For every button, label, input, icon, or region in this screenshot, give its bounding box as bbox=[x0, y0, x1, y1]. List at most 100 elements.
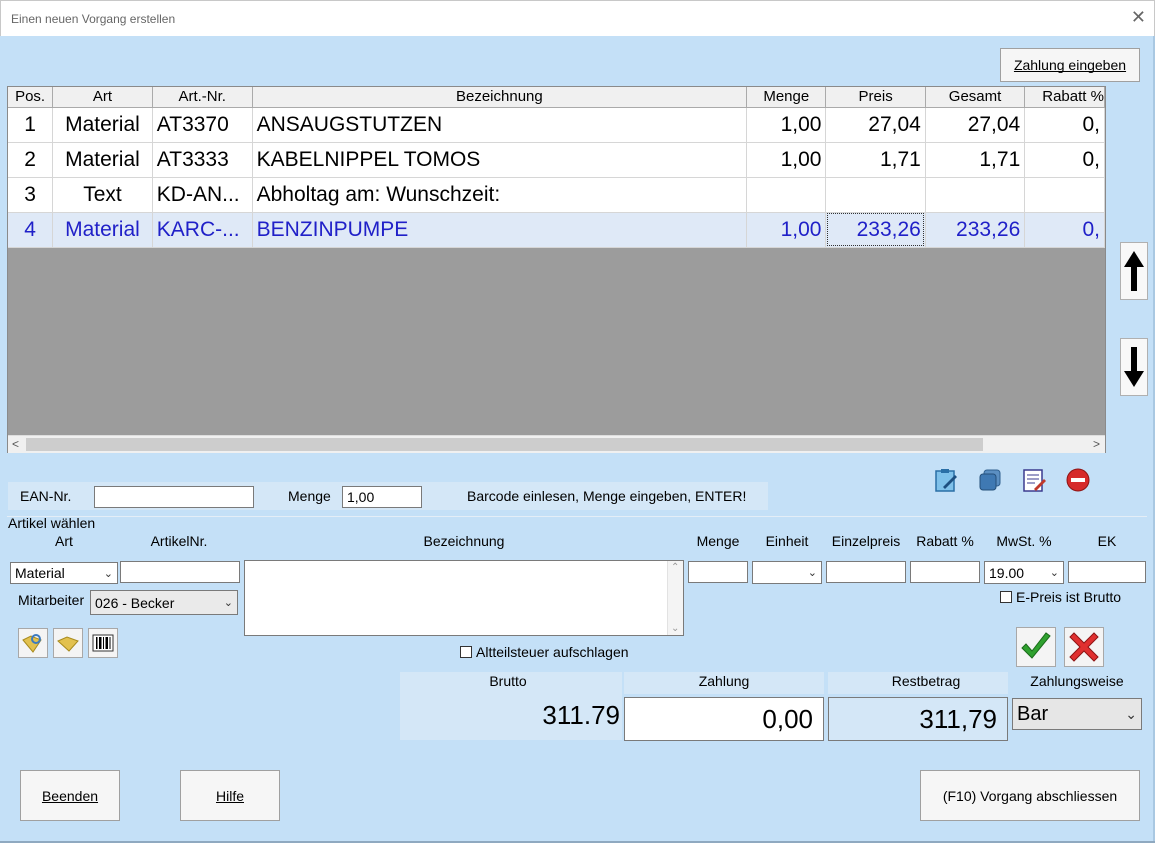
table-row[interactable]: 3 Text KD-AN... Abholtag am: Wunschzeit: bbox=[8, 177, 1105, 213]
epreis-brutto-label: E-Preis ist Brutto bbox=[1016, 589, 1122, 605]
cell-art[interactable]: Material bbox=[52, 107, 153, 143]
beenden-button[interactable]: Beenden bbox=[20, 770, 120, 821]
cross-icon bbox=[1064, 627, 1104, 667]
cell-bezeichnung[interactable]: BENZINPUMPE bbox=[252, 212, 748, 248]
edit-note-icon bbox=[935, 469, 957, 492]
scroll-down-icon[interactable]: ⌄ bbox=[671, 623, 679, 634]
cell-menge[interactable]: 1,00 bbox=[746, 212, 827, 248]
artikel-suchen-button[interactable] bbox=[18, 628, 48, 658]
menge-scan-input[interactable]: 1,00 bbox=[342, 486, 422, 508]
cell-artnr[interactable]: AT3333 bbox=[152, 142, 253, 178]
epreis-brutto-checkbox[interactable]: E-Preis ist Brutto bbox=[1000, 589, 1121, 605]
scroll-up-icon[interactable]: ⌃ bbox=[671, 562, 679, 573]
ean-input[interactable] bbox=[94, 486, 254, 508]
move-up-button[interactable] bbox=[1120, 242, 1148, 300]
cell-menge[interactable] bbox=[746, 177, 827, 213]
cell-preis[interactable]: 233,26 bbox=[825, 212, 926, 248]
column-header-menge[interactable]: Menge bbox=[746, 87, 827, 108]
cell-rabatt[interactable]: 0, bbox=[1024, 212, 1105, 248]
restbetrag-label: Restbetrag bbox=[891, 673, 961, 689]
uebernehmen-button[interactable] bbox=[1016, 627, 1056, 667]
scroll-left-icon[interactable]: < bbox=[12, 437, 19, 451]
cell-preis[interactable] bbox=[825, 177, 926, 213]
cell-gesamt[interactable]: 1,71 bbox=[925, 142, 1026, 178]
cell-pos[interactable]: 2 bbox=[8, 142, 54, 178]
cell-artnr[interactable]: AT3370 bbox=[152, 107, 253, 143]
cell-pos[interactable]: 3 bbox=[8, 177, 54, 213]
move-down-button[interactable] bbox=[1120, 338, 1148, 396]
cell-art[interactable]: Material bbox=[52, 142, 153, 178]
cell-gesamt[interactable]: 27,04 bbox=[925, 107, 1026, 143]
art-select[interactable]: Material ⌄ bbox=[10, 562, 118, 584]
header-einheit: Einheit bbox=[765, 533, 809, 549]
artikel-waehlen-label: Artikel wählen bbox=[8, 515, 96, 531]
copy-position-button[interactable] bbox=[976, 466, 1004, 494]
column-header-art[interactable]: Art bbox=[52, 87, 153, 108]
column-header-bezeichnung[interactable]: Bezeichnung bbox=[252, 87, 748, 108]
cell-gesamt[interactable] bbox=[925, 177, 1026, 213]
bezeichnung-textarea[interactable]: ⌃ ⌄ bbox=[244, 560, 684, 636]
checkbox-icon[interactable] bbox=[1000, 591, 1012, 603]
cell-bezeichnung[interactable]: KABELNIPPEL TOMOS bbox=[252, 142, 748, 178]
cell-art[interactable]: Text bbox=[52, 177, 153, 213]
cell-bezeichnung[interactable]: Abholtag am: Wunschzeit: bbox=[252, 177, 748, 213]
delete-position-button[interactable] bbox=[1064, 466, 1092, 494]
altteilsteuer-checkbox[interactable]: Altteilsteuer aufschlagen bbox=[460, 644, 629, 660]
chevron-down-icon: ⌄ bbox=[1125, 705, 1137, 722]
edit-position-button[interactable] bbox=[932, 466, 960, 494]
vorgang-abschliessen-button[interactable]: (F10) Vorgang abschliessen bbox=[920, 770, 1140, 821]
document-edit-icon bbox=[1023, 469, 1046, 492]
textarea-scrollbar[interactable]: ⌃ ⌄ bbox=[667, 561, 683, 635]
column-header-pos[interactable]: Pos. bbox=[8, 87, 54, 108]
scroll-right-icon[interactable]: > bbox=[1093, 437, 1100, 451]
header-artikelnr: ArtikelNr. bbox=[150, 533, 208, 549]
column-header-preis[interactable]: Preis bbox=[825, 87, 926, 108]
artikel-oeffnen-button[interactable] bbox=[53, 628, 83, 658]
cell-bezeichnung[interactable]: ANSAUGSTUTZEN bbox=[252, 107, 748, 143]
cell-rabatt[interactable]: 0, bbox=[1024, 107, 1105, 143]
edit-text-button[interactable] bbox=[1020, 466, 1048, 494]
arrow-up-icon bbox=[1124, 251, 1144, 291]
einheit-select[interactable]: ⌄ bbox=[752, 561, 822, 584]
close-icon[interactable]: ✕ bbox=[1131, 7, 1146, 27]
cell-artnr[interactable]: KD-AN... bbox=[152, 177, 253, 213]
grid-header-row: Pos. Art Art.-Nr. Bezeichnung Menge Prei… bbox=[8, 87, 1105, 108]
horizontal-scrollbar[interactable]: < > bbox=[8, 435, 1105, 453]
zahlung-eingeben-button[interactable]: Zahlung eingeben bbox=[1000, 48, 1140, 82]
cell-menge[interactable]: 1,00 bbox=[746, 142, 827, 178]
table-row[interactable]: 1 Material AT3370 ANSAUGSTUTZEN 1,00 27,… bbox=[8, 107, 1105, 143]
cell-preis[interactable]: 1,71 bbox=[825, 142, 926, 178]
cell-gesamt[interactable]: 233,26 bbox=[925, 212, 1026, 248]
cell-art[interactable]: Material bbox=[52, 212, 153, 248]
column-header-gesamt[interactable]: Gesamt bbox=[925, 87, 1026, 108]
table-row[interactable]: 2 Material AT3333 KABELNIPPEL TOMOS 1,00… bbox=[8, 142, 1105, 178]
cell-artnr[interactable]: KARC-... bbox=[152, 212, 253, 248]
mwst-select[interactable]: 19.00 ⌄ bbox=[984, 561, 1064, 584]
cell-pos[interactable]: 1 bbox=[8, 107, 54, 143]
hilfe-button[interactable]: Hilfe bbox=[180, 770, 280, 821]
ek-input[interactable] bbox=[1068, 561, 1146, 583]
einzelpreis-input[interactable] bbox=[826, 561, 906, 583]
column-header-artnr[interactable]: Art.-Nr. bbox=[152, 87, 253, 108]
zahlung-input[interactable]: 0,00 bbox=[624, 697, 824, 741]
cell-preis[interactable]: 27,04 bbox=[825, 107, 926, 143]
menge-scan-label: Menge bbox=[288, 488, 331, 504]
scrollbar-thumb[interactable] bbox=[26, 438, 983, 451]
table-row-selected[interactable]: 4 Material KARC-... BENZINPUMPE 1,00 233… bbox=[8, 212, 1105, 248]
cell-menge[interactable]: 1,00 bbox=[746, 107, 827, 143]
header-mwst: MwSt. % bbox=[996, 533, 1052, 549]
cell-rabatt[interactable]: 0, bbox=[1024, 142, 1105, 178]
column-header-rabatt[interactable]: Rabatt % bbox=[1024, 87, 1105, 108]
mitarbeiter-select[interactable]: 026 - Becker ⌄ bbox=[90, 590, 238, 615]
artikelnr-input[interactable] bbox=[120, 561, 240, 583]
cell-pos[interactable]: 4 bbox=[8, 212, 54, 248]
checkbox-icon[interactable] bbox=[460, 646, 472, 658]
section-divider bbox=[7, 516, 1147, 517]
checkmark-icon bbox=[1016, 627, 1056, 667]
verwerfen-button[interactable] bbox=[1064, 627, 1104, 667]
barcode-button[interactable] bbox=[88, 628, 118, 658]
rabatt-input[interactable] bbox=[910, 561, 980, 583]
zahlungsweise-select[interactable]: Bar ⌄ bbox=[1012, 698, 1142, 730]
cell-rabatt[interactable] bbox=[1024, 177, 1105, 213]
menge-input[interactable] bbox=[688, 561, 748, 583]
